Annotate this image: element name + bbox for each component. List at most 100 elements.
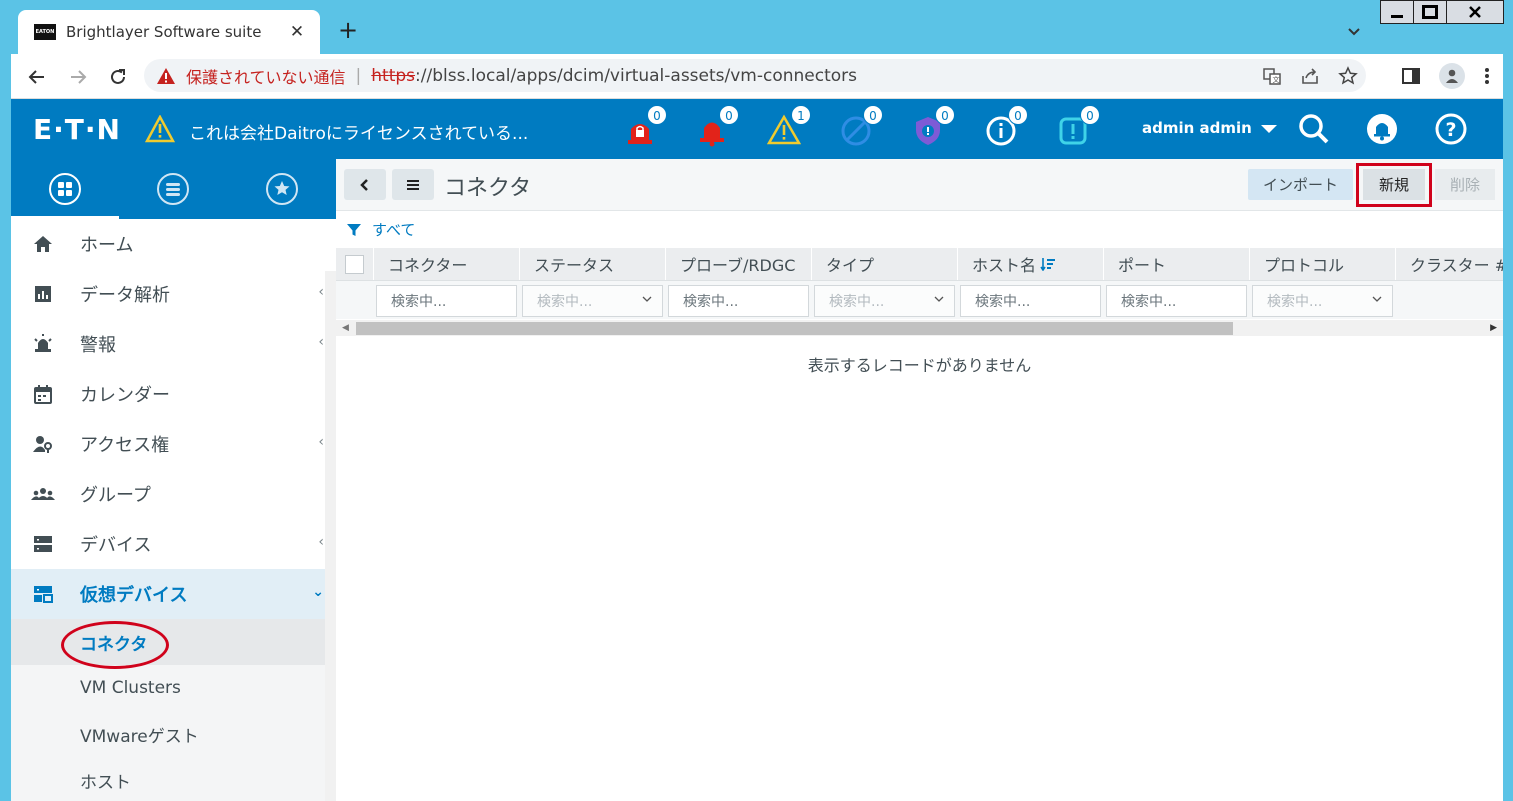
sidebar-item-label: データ解析 — [80, 285, 170, 306]
maximize-button[interactable] — [1413, 0, 1447, 24]
kebab-menu-icon[interactable] — [1483, 66, 1491, 86]
status-filter-select[interactable]: 検索中... — [522, 285, 663, 317]
close-window-button[interactable] — [1446, 0, 1504, 24]
security-warning-icon[interactable] — [156, 66, 176, 86]
analytics-icon — [31, 282, 55, 306]
sidebar-item-home[interactable]: ホーム — [11, 219, 336, 269]
sidebar-subitem-vm-clusters[interactable]: VM Clusters — [11, 665, 336, 711]
share-icon[interactable] — [1300, 66, 1320, 86]
tab-navigation[interactable] — [11, 159, 120, 219]
translate-icon[interactable]: 文 — [1262, 66, 1282, 86]
column-header-status[interactable]: ステータス — [519, 248, 665, 280]
collapse-sidebar-button[interactable] — [344, 169, 386, 200]
badge-count: 0 — [935, 105, 955, 125]
virtual-devices-submenu: コネクタ VM Clusters VMwareゲスト ホスト — [11, 619, 336, 801]
lock-alarm-icon[interactable]: 0 — [623, 105, 667, 147]
hostname-search-input[interactable]: 検索中... — [960, 285, 1101, 317]
tab-list[interactable] — [119, 159, 227, 219]
badge-count: 0 — [647, 105, 667, 125]
minimize-button[interactable] — [1380, 0, 1414, 24]
chevron-left-icon: ‹ — [318, 334, 324, 350]
back-button[interactable] — [23, 63, 51, 91]
user-menu[interactable]: admin admin — [1142, 119, 1278, 137]
new-tab-button[interactable]: + — [334, 16, 362, 44]
badge-count: 0 — [719, 105, 739, 125]
sidebar-subitem-label: VM Clusters — [80, 678, 181, 698]
shield-alert-icon[interactable]: 0 — [911, 105, 955, 147]
sidebar-subitem-vmware-guests[interactable]: VMwareゲスト — [11, 711, 336, 757]
disabled-icon[interactable]: 0 — [839, 105, 883, 147]
filter-summary[interactable]: すべて — [346, 219, 415, 240]
forward-button[interactable] — [64, 63, 92, 91]
sort-icon[interactable] — [1040, 257, 1056, 271]
virtual-devices-icon — [31, 582, 55, 606]
sidebar-item-calendar[interactable]: カレンダー — [11, 369, 336, 419]
probe-search-input[interactable]: 検索中... — [668, 285, 809, 317]
sidebar-subitem-hosts[interactable]: ホスト — [11, 757, 336, 801]
help-icon[interactable]: ? — [1434, 112, 1468, 146]
search-icon[interactable] — [1297, 112, 1331, 146]
main-content: コネクタ インポート 新規 削除 すべて コネクター ステータス プローブ/RD… — [336, 159, 1503, 801]
scroll-right-arrow[interactable]: ▶ — [1490, 323, 1497, 333]
protocol-filter-select[interactable]: 検索中... — [1252, 285, 1393, 317]
sidebar-item-access[interactable]: アクセス権 ‹ — [11, 419, 336, 469]
security-label[interactable]: 保護されていない通信 — [186, 64, 346, 88]
port-search-input[interactable]: 検索中... — [1106, 285, 1247, 317]
tab-favorites[interactable] — [228, 159, 336, 219]
connector-search-input[interactable]: 検索中... — [376, 285, 517, 317]
column-header-port[interactable]: ポート — [1103, 248, 1249, 280]
sidebar-item-virtual-devices[interactable]: 仮想デバイス ⌄ — [11, 569, 336, 619]
sidebar: ホーム データ解析 ‹ 警報 ‹ カレンダー アクセス権 ‹ グループ デバイス — [11, 159, 336, 801]
bookmark-star-icon[interactable] — [1338, 65, 1358, 86]
calendar-icon — [31, 382, 55, 406]
grid-horizontal-scrollbar[interactable]: ◀ ▶ — [336, 320, 1503, 336]
url-scheme: https — [371, 65, 416, 86]
column-header-probe[interactable]: プローブ/RDGC — [665, 248, 811, 280]
url-bar[interactable]: 保護されていない通信 | https ://blss.local/apps/dc… — [144, 59, 1366, 92]
bell-alarm-icon[interactable]: 0 — [695, 105, 739, 147]
type-filter-select[interactable]: 検索中... — [814, 285, 955, 317]
select-placeholder: 検索中... — [829, 294, 885, 310]
sidebar-item-label: デバイス — [80, 535, 152, 556]
alarm-icon — [31, 332, 55, 356]
sidebar-item-label: カレンダー — [80, 385, 170, 406]
column-header-type[interactable]: タイプ — [811, 248, 957, 280]
scroll-left-arrow[interactable]: ◀ — [342, 323, 349, 333]
browser-titlebar: EATON Brightlayer Software suite ✕ + — [0, 0, 1513, 54]
sidebar-subitem-label: VMwareゲスト — [80, 726, 199, 747]
tab-close-icon[interactable]: ✕ — [286, 22, 308, 42]
sidebar-subitem-connectors[interactable]: コネクタ — [11, 619, 336, 669]
page-toolbar: コネクタ インポート 新規 削除 — [336, 159, 1503, 211]
profile-avatar[interactable] — [1439, 63, 1465, 89]
info-icon[interactable]: 0 — [984, 105, 1028, 147]
eaton-logo[interactable]: E·T·N — [33, 113, 121, 146]
column-header-hostname[interactable]: ホスト名 — [957, 248, 1103, 280]
sidebar-item-alarms[interactable]: 警報 ‹ — [11, 319, 336, 369]
warning-icon[interactable]: 1 — [766, 105, 811, 147]
svg-text:文: 文 — [1273, 75, 1280, 84]
sidebar-item-analytics[interactable]: データ解析 ‹ — [11, 269, 336, 319]
sidebar-scrollbar[interactable] — [325, 271, 336, 801]
column-header-cluster[interactable]: クラスター # — [1395, 248, 1503, 280]
window-controls — [1380, 0, 1504, 24]
sidebar-item-label: アクセス権 — [80, 435, 170, 456]
star-icon — [265, 173, 298, 205]
sidebar-subitem-label: ホスト — [80, 772, 131, 793]
license-text[interactable]: これは会社Daitroにライセンスされている... — [189, 119, 528, 144]
sidebar-item-groups[interactable]: グループ — [11, 469, 336, 519]
sidebar-item-devices[interactable]: デバイス ‹ — [11, 519, 336, 569]
column-header-protocol[interactable]: プロトコル — [1249, 248, 1395, 280]
select-placeholder: 検索中... — [537, 294, 593, 310]
tab-search-chevron-icon[interactable] — [1344, 22, 1364, 42]
app-header: E·T·N これは会社Daitroにライセンスされている... 0 0 1 0 … — [11, 99, 1503, 159]
scrollbar-thumb[interactable] — [356, 322, 1233, 335]
side-panel-icon[interactable] — [1401, 66, 1421, 86]
reload-button[interactable] — [104, 63, 132, 91]
menu-button[interactable] — [392, 169, 434, 200]
select-all-checkbox[interactable] — [345, 254, 364, 274]
notification-bell-icon[interactable] — [1365, 112, 1399, 146]
import-button[interactable]: インポート — [1248, 169, 1353, 200]
notice-icon[interactable]: 0 — [1056, 105, 1100, 147]
browser-tab[interactable]: EATON Brightlayer Software suite ✕ — [18, 10, 320, 54]
column-header-connector[interactable]: コネクター — [373, 248, 519, 280]
